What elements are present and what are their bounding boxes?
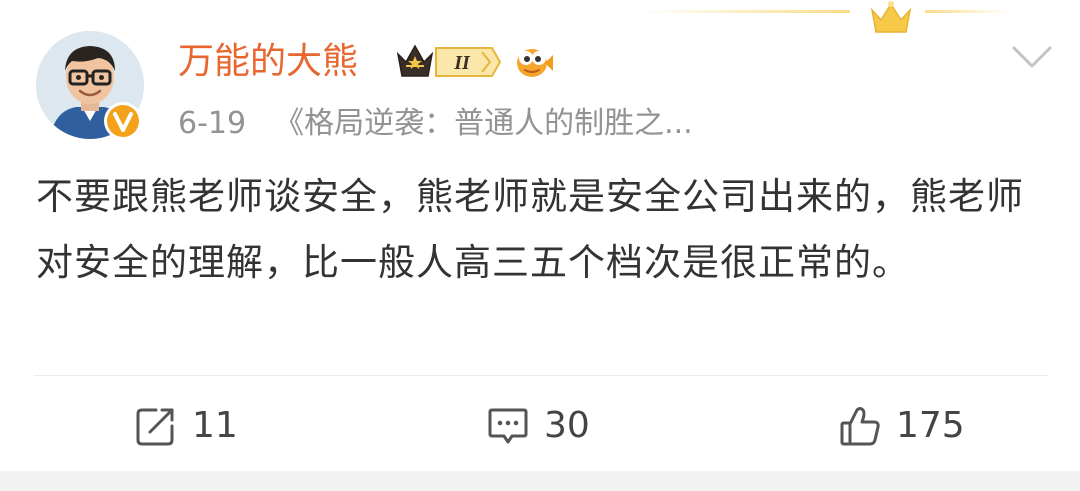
level-badge-label: II xyxy=(453,52,471,74)
post-source[interactable]: 《格局逆袭：普通人的制胜之... xyxy=(274,104,693,144)
level-crown-badge-icon: II xyxy=(396,44,502,77)
author-name[interactable]: 万能的大熊 xyxy=(178,38,358,86)
like-count: 175 xyxy=(896,405,965,446)
like-icon xyxy=(840,407,880,446)
post-meta: 6-19 《格局逆袭：普通人的制胜之... xyxy=(178,104,693,144)
post-text: 不要跟熊老师谈安全，熊老师就是安全公司出来的，熊老师对安全的理解，比一般人高三五… xyxy=(36,175,1024,284)
comment-button[interactable]: 30 xyxy=(486,398,590,454)
repost-icon xyxy=(136,408,174,446)
chevron-down-icon[interactable] xyxy=(1010,42,1054,72)
decoration-line-right xyxy=(925,10,1010,13)
repost-button[interactable]: 11 xyxy=(134,398,238,454)
comment-icon xyxy=(488,408,528,444)
post-date: 6-19 xyxy=(178,106,247,141)
crown-icon xyxy=(870,1,912,33)
like-button[interactable]: 175 xyxy=(838,398,965,454)
comment-count: 30 xyxy=(544,405,590,446)
bottom-separator xyxy=(0,471,1080,491)
decoration-line-left xyxy=(640,10,850,13)
verified-v-icon xyxy=(104,102,142,140)
fish-badge-icon xyxy=(517,49,553,77)
repost-count: 11 xyxy=(192,405,238,446)
divider xyxy=(34,375,1048,376)
